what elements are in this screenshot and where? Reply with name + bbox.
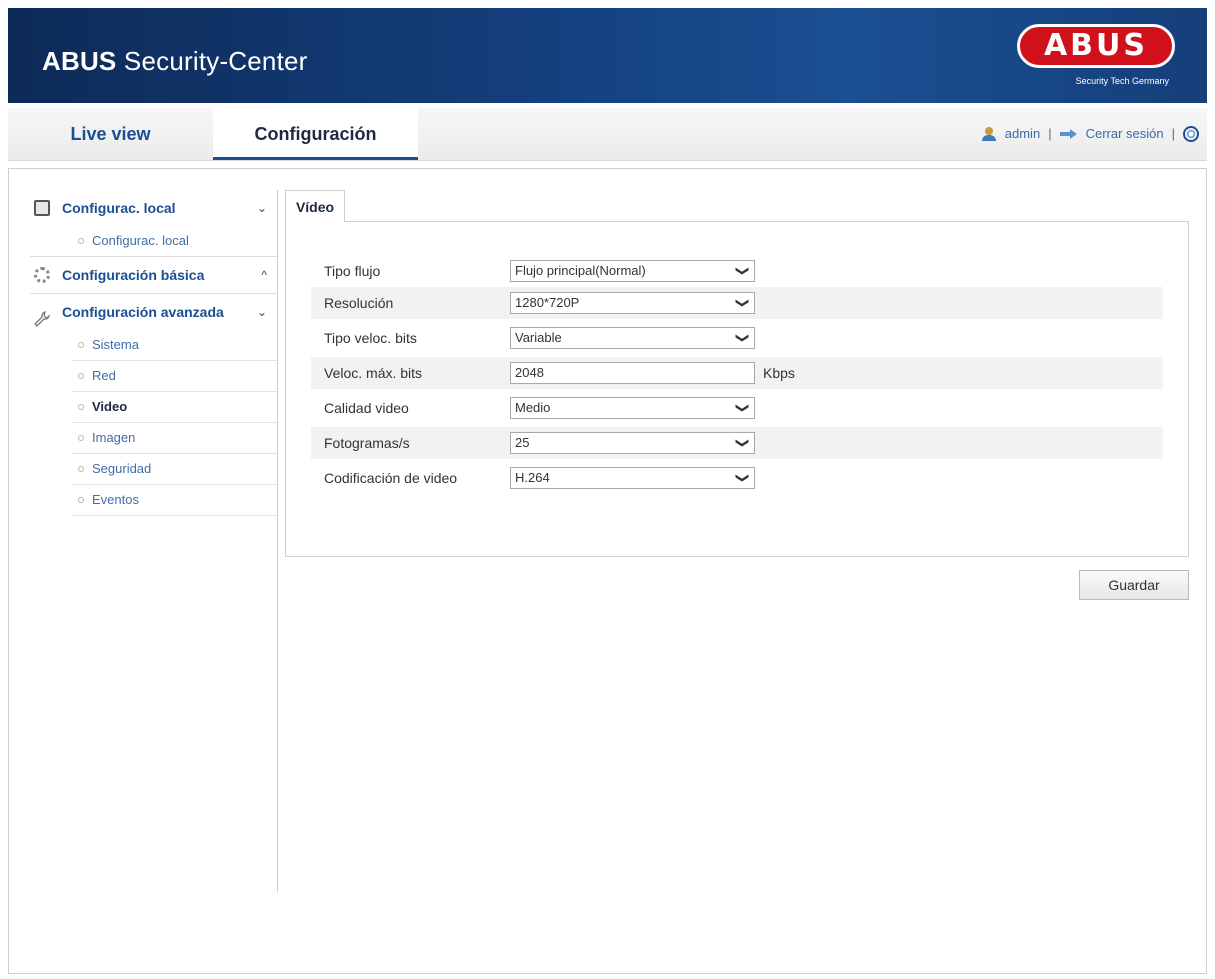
field-row-fotogramas: Fotogramas/s 25 ❯ — [311, 427, 1163, 459]
sidebar-item-label: Red — [92, 368, 116, 383]
field-label: Codificación de video — [324, 470, 458, 486]
gear-icon — [34, 267, 50, 283]
resolucion-select[interactable]: 1280*720P ❯ — [510, 292, 755, 314]
chevron-down-icon: ❯ — [735, 437, 751, 449]
globe-icon[interactable] — [1183, 126, 1199, 142]
sidebar-item-seguridad[interactable]: Seguridad — [72, 454, 277, 485]
user-bar: admin | Cerrar sesión | — [981, 108, 1199, 160]
select-value: Medio — [515, 400, 551, 415]
select-value: Flujo principal(Normal) — [515, 263, 646, 278]
field-label: Tipo flujo — [324, 263, 381, 279]
sidebar-item-eventos[interactable]: Eventos — [72, 485, 277, 516]
sidebar-item-video[interactable]: Video — [72, 392, 277, 423]
app-title-brand: ABUS — [42, 46, 117, 76]
codificacion-select[interactable]: H.264 ❯ — [510, 467, 755, 489]
input-value: 2048 — [515, 365, 544, 380]
sidebar-section-local[interactable]: Configurac. local ⌄ — [22, 190, 277, 226]
tab-video[interactable]: Vídeo — [285, 190, 345, 222]
sidebar-item-red[interactable]: Red — [72, 361, 277, 392]
field-row-codificacion: Codificación de video H.264 ❯ — [311, 462, 1163, 494]
select-value: 25 — [515, 435, 530, 450]
select-value: 1280*720P — [515, 295, 580, 310]
sidebar-section-basica[interactable]: Configuración básica ^ — [22, 257, 277, 293]
sidebar-item-label: Eventos — [92, 492, 139, 507]
field-row-tipo-flujo: Tipo flujo Flujo principal(Normal) ❯ — [311, 255, 1163, 287]
field-row-calidad-video: Calidad video Medio ❯ — [311, 392, 1163, 424]
unit-label: Kbps — [763, 365, 795, 381]
top-nav: Live view Configuración admin | Cerrar s… — [8, 108, 1207, 161]
field-label: Tipo veloc. bits — [324, 330, 417, 346]
field-row-resolucion: Resolución 1280*720P ❯ — [311, 287, 1163, 319]
sidebar-section-label: Configuración avanzada — [62, 304, 224, 320]
chevron-down-icon: ❯ — [735, 265, 751, 277]
logout-link[interactable]: Cerrar sesión — [1086, 108, 1164, 160]
field-label: Fotogramas/s — [324, 435, 410, 451]
chevron-down-icon: ❯ — [735, 472, 751, 484]
abus-logo: ABUS Security Tech Germany — [1017, 24, 1179, 92]
app-title-rest: Security-Center — [123, 46, 308, 76]
chevron-up-icon[interactable]: ^ — [261, 257, 267, 293]
sidebar-item-imagen[interactable]: Imagen — [72, 423, 277, 454]
field-label: Resolución — [324, 295, 394, 311]
sidebar-item-sistema[interactable]: Sistema — [72, 330, 277, 361]
app-header: ABUS Security-Center ABUS Security Tech … — [8, 8, 1207, 103]
calidad-video-select[interactable]: Medio ❯ — [510, 397, 755, 419]
fotogramas-select[interactable]: 25 ❯ — [510, 432, 755, 454]
tipo-flujo-select[interactable]: Flujo principal(Normal) ❯ — [510, 260, 755, 282]
tab-configuracion[interactable]: Configuración — [213, 108, 418, 160]
sidebar-item-label: Imagen — [92, 430, 136, 445]
monitor-icon — [34, 200, 50, 216]
chevron-down-icon: ❯ — [735, 297, 751, 309]
field-row-tipo-veloc-bits: Tipo veloc. bits Variable ❯ — [311, 322, 1163, 354]
chevron-down-icon[interactable]: ⌄ — [257, 294, 267, 330]
chevron-down-icon[interactable]: ⌄ — [257, 190, 267, 226]
wrench-icon — [34, 304, 51, 327]
user-icon — [981, 127, 997, 141]
tipo-veloc-bits-select[interactable]: Variable ❯ — [510, 327, 755, 349]
tab-live-view[interactable]: Live view — [8, 108, 213, 160]
field-label: Calidad video — [324, 400, 409, 416]
logo-text: ABUS — [1017, 24, 1175, 68]
logout-icon[interactable] — [1059, 129, 1078, 139]
select-value: H.264 — [515, 470, 550, 485]
veloc-max-bits-input[interactable]: 2048 — [510, 362, 755, 384]
sidebar: Configurac. local ⌄ Configurac. local Co… — [22, 190, 278, 892]
field-label: Veloc. máx. bits — [324, 365, 423, 381]
select-value: Variable — [515, 330, 562, 345]
sidebar-item-label: Seguridad — [92, 461, 152, 476]
save-button[interactable]: Guardar — [1079, 570, 1189, 600]
sidebar-section-label: Configurac. local — [62, 200, 176, 216]
separator: | — [1171, 126, 1175, 141]
separator: | — [1048, 126, 1052, 141]
field-row-veloc-max-bits: Veloc. máx. bits 2048 Kbps — [311, 357, 1163, 389]
sidebar-item-label: Sistema — [92, 337, 139, 352]
sidebar-section-label: Configuración básica — [62, 267, 205, 283]
sidebar-item-configurac-local[interactable]: Configurac. local — [72, 226, 277, 256]
sidebar-item-label: Configurac. local — [92, 233, 189, 248]
app-title: ABUS Security-Center — [42, 46, 308, 77]
logo-subtitle: Security Tech Germany — [1075, 76, 1169, 86]
sidebar-item-label: Video — [92, 399, 128, 414]
chevron-down-icon: ❯ — [735, 332, 751, 344]
user-name[interactable]: admin — [1005, 108, 1040, 160]
chevron-down-icon: ❯ — [735, 402, 751, 414]
sidebar-section-avanzada[interactable]: Configuración avanzada ⌄ — [22, 294, 277, 330]
